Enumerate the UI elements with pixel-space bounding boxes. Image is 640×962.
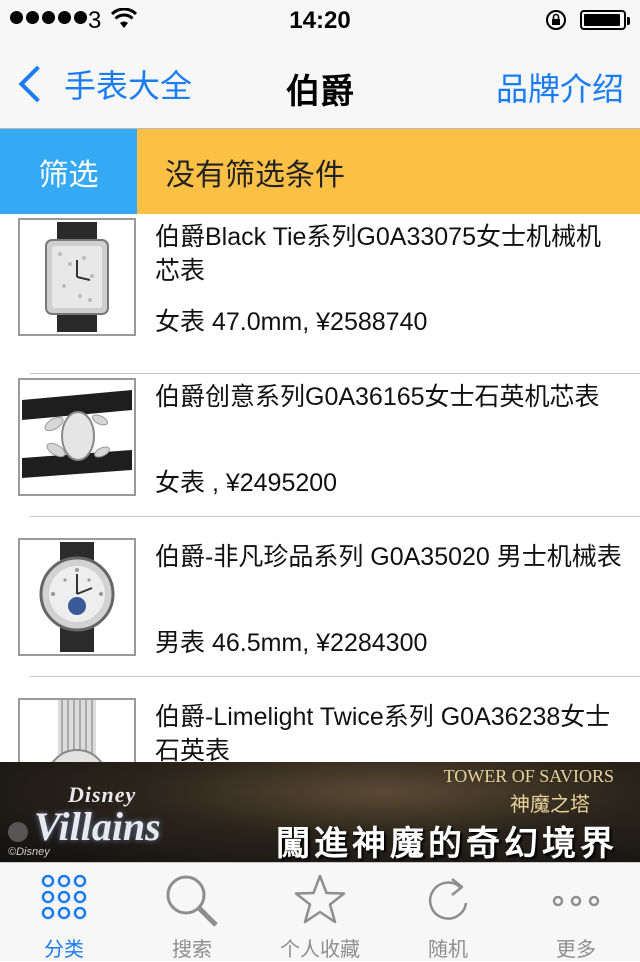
product-name: 伯爵-Limelight Twice系列 G0A36238女士石英表 xyxy=(155,703,611,762)
product-meta: 男表 46.5mm, ¥2284300 xyxy=(155,629,428,657)
tab-label: 个人收藏 xyxy=(280,939,360,961)
clock: 14:20 xyxy=(289,7,351,34)
filter-button[interactable]: 筛选 xyxy=(0,129,137,214)
product-name: 伯爵-非凡珍品系列 G0A35020 男士机械表 xyxy=(155,543,622,571)
list-item[interactable]: 伯爵Black Tie系列G0A33075女士机械机芯表 女表 47.0mm, … xyxy=(0,214,640,374)
rotation-lock-icon xyxy=(545,9,567,38)
search-icon xyxy=(128,873,256,929)
product-thumbnail xyxy=(18,378,136,496)
filter-bar: 筛选 没有筛选条件 xyxy=(0,129,640,214)
tab-categories[interactable]: 分类 xyxy=(0,863,128,961)
status-bar: 3 14:20 xyxy=(0,0,640,40)
list-item[interactable]: 伯爵创意系列G0A36165女士石英机芯表 女表 , ¥2495200 xyxy=(0,357,640,517)
ad-info-icon[interactable] xyxy=(8,822,28,842)
ad-copyright: ©Disney xyxy=(8,846,50,858)
product-thumbnail xyxy=(18,538,136,656)
tab-label: 分类 xyxy=(44,939,84,961)
tab-label: 更多 xyxy=(556,939,596,961)
product-meta: 女表 , ¥2495200 xyxy=(155,469,338,497)
ad-slogan: 闖進神魔的奇幻境界 xyxy=(276,825,618,862)
more-dots-icon xyxy=(512,873,640,929)
tab-search[interactable]: 搜索 xyxy=(128,863,256,961)
product-name: 伯爵创意系列G0A36165女士石英机芯表 xyxy=(155,383,600,411)
filter-status: 没有筛选条件 xyxy=(137,129,640,214)
list-item[interactable]: 伯爵-Limelight Twice系列 G0A36238女士石英表 xyxy=(0,677,640,762)
ad-brand-logo: Disney Villains xyxy=(34,782,161,849)
tab-bar: 分类 搜索 个人收藏 随机 更多 xyxy=(0,862,640,961)
tab-random[interactable]: 随机 xyxy=(384,863,512,961)
ad-game-title-cn: 神魔之塔 xyxy=(510,794,590,816)
product-thumbnail xyxy=(18,218,136,336)
tab-label: 搜索 xyxy=(172,939,212,961)
grid-dots-icon xyxy=(0,873,128,929)
star-icon xyxy=(256,873,384,929)
tab-more[interactable]: 更多 xyxy=(512,863,640,961)
product-thumbnail xyxy=(18,698,136,762)
ad-banner[interactable]: Disney Villains TOWER OF SAVIORS 神魔之塔 闖進… xyxy=(0,762,640,862)
product-meta: 女表 47.0mm, ¥2588740 xyxy=(155,308,428,336)
navigation-bar: 手表大全 伯爵 品牌介绍 xyxy=(0,40,640,129)
ad-game-title: TOWER OF SAVIORS xyxy=(443,766,614,786)
brand-intro-button[interactable]: 品牌介绍 xyxy=(496,64,624,110)
battery-icon xyxy=(580,10,630,30)
tab-label: 随机 xyxy=(428,939,468,961)
refresh-icon xyxy=(384,873,512,929)
product-name: 伯爵Black Tie系列G0A33075女士机械机芯表 xyxy=(155,223,601,285)
product-list[interactable]: 伯爵Black Tie系列G0A33075女士机械机芯表 女表 47.0mm, … xyxy=(0,214,640,762)
tab-favorites[interactable]: 个人收藏 xyxy=(256,863,384,961)
list-item[interactable]: 伯爵-非凡珍品系列 G0A35020 男士机械表 男表 46.5mm, ¥228… xyxy=(0,517,640,677)
